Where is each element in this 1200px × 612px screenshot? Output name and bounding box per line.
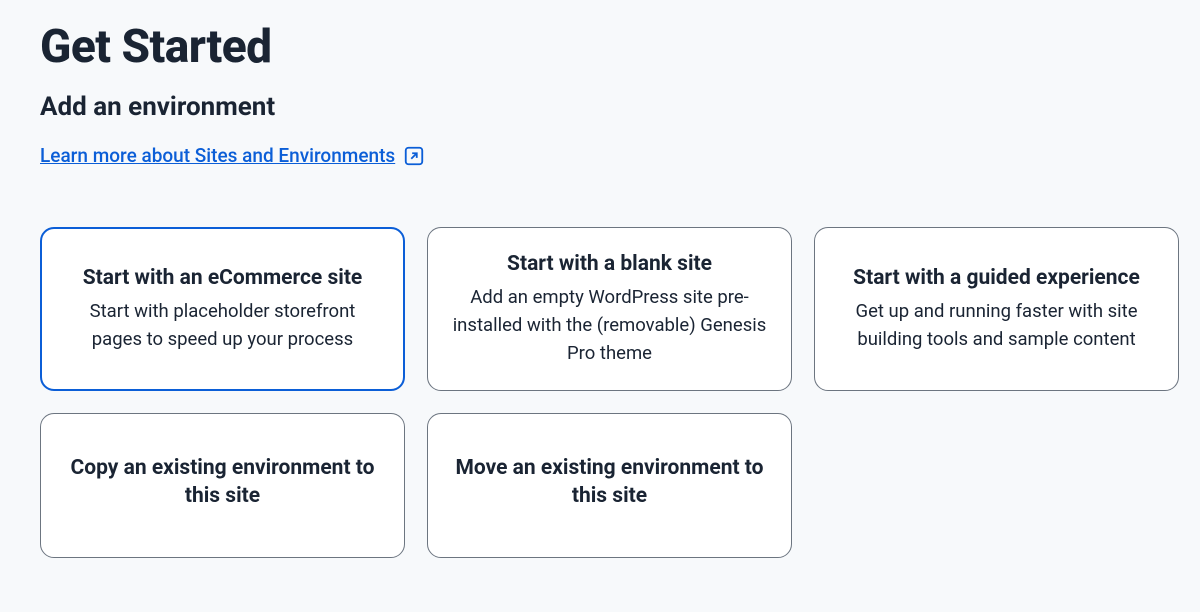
option-card-grid: Start with an eCommerce site Start with … bbox=[40, 227, 1160, 558]
learn-more-link-text: Learn more about Sites and Environments bbox=[40, 144, 395, 167]
card-title: Move an existing environment to this sit… bbox=[452, 454, 767, 511]
page-title: Get Started bbox=[40, 20, 1160, 74]
learn-more-link[interactable]: Learn more about Sites and Environments bbox=[40, 144, 425, 167]
option-card-ecommerce[interactable]: Start with an eCommerce site Start with … bbox=[40, 227, 405, 391]
option-card-guided[interactable]: Start with a guided experience Get up an… bbox=[814, 227, 1179, 391]
option-card-move[interactable]: Move an existing environment to this sit… bbox=[427, 413, 792, 558]
card-title: Start with an eCommerce site bbox=[66, 264, 379, 292]
card-title: Start with a guided experience bbox=[839, 264, 1154, 292]
card-title: Start with a blank site bbox=[452, 250, 767, 278]
option-card-blank[interactable]: Start with a blank site Add an empty Wor… bbox=[427, 227, 792, 391]
card-description: Start with placeholder storefront pages … bbox=[66, 298, 379, 354]
option-card-copy[interactable]: Copy an existing environment to this sit… bbox=[40, 413, 405, 558]
card-description: Add an empty WordPress site pre-installe… bbox=[452, 284, 767, 367]
section-title: Add an environment bbox=[40, 92, 1160, 122]
card-description: Get up and running faster with site buil… bbox=[839, 298, 1154, 354]
external-link-icon bbox=[403, 145, 425, 167]
card-title: Copy an existing environment to this sit… bbox=[65, 454, 380, 511]
